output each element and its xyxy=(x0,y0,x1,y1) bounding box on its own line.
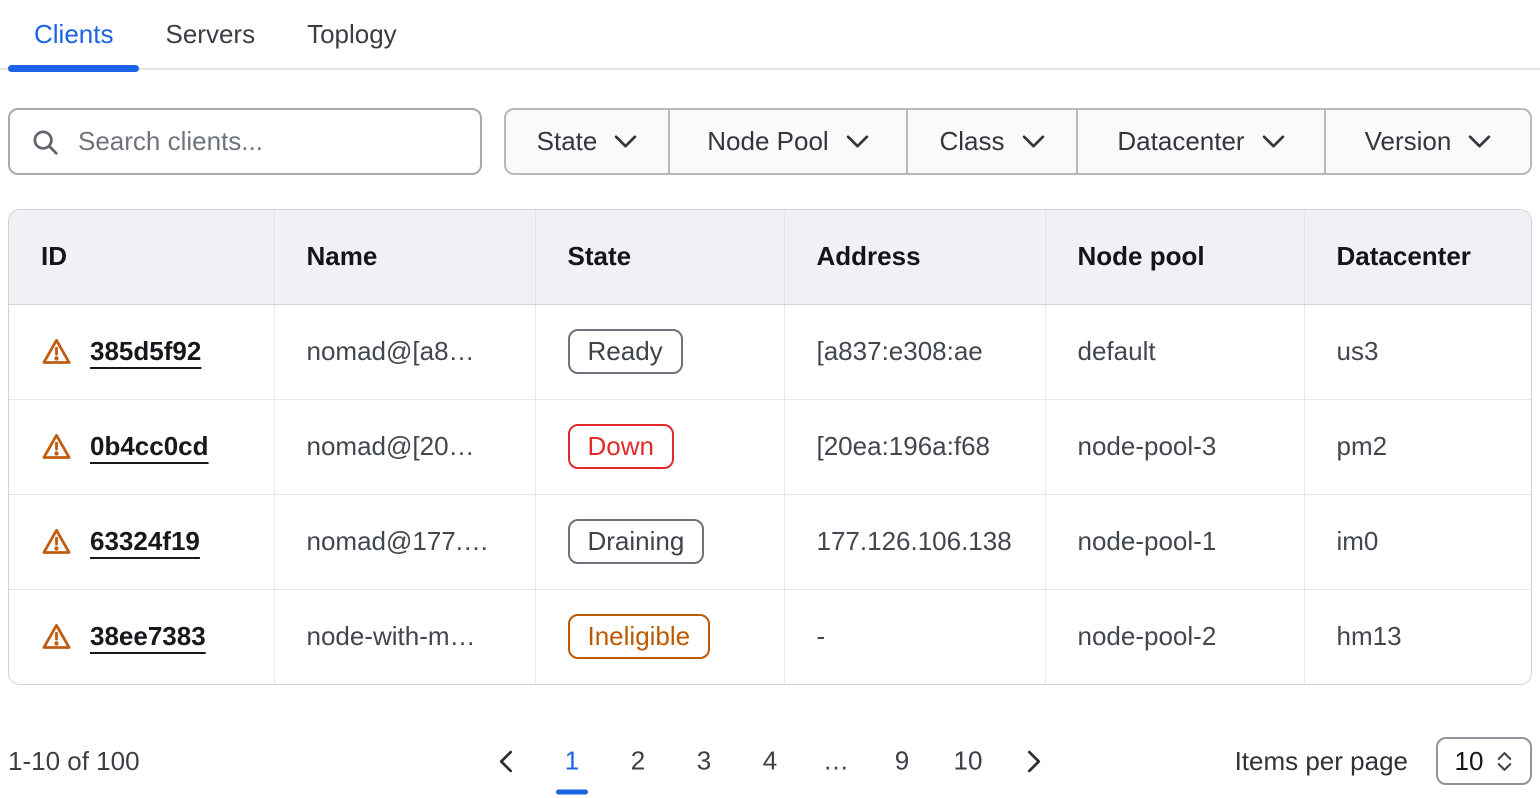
client-datacenter-cell: hm13 xyxy=(1304,589,1531,684)
chevron-right-icon xyxy=(1023,747,1044,775)
client-id-link[interactable]: 385d5f92 xyxy=(90,336,201,367)
page-button-4[interactable]: 4 xyxy=(751,746,789,777)
chevron-down-icon xyxy=(614,134,637,149)
filter-datacenter-button[interactable]: Datacenter xyxy=(1078,110,1326,173)
warning-triangle-icon xyxy=(41,527,72,556)
state-badge: Draining xyxy=(568,519,705,564)
client-id-link[interactable]: 0b4cc0cd xyxy=(90,431,209,462)
table-row: 0b4cc0cd nomad@[20… Down [20ea:196a:f68 … xyxy=(9,399,1531,494)
client-name-cell: nomad@[a8… xyxy=(274,304,535,399)
pager: 1 2 3 4 … 9 10 xyxy=(474,746,1066,777)
active-page-indicator xyxy=(556,790,588,795)
items-per-page-select[interactable]: 10 xyxy=(1436,737,1532,785)
client-datacenter-cell: pm2 xyxy=(1304,399,1531,494)
warning-triangle-icon xyxy=(41,337,72,366)
page-ellipsis: … xyxy=(817,746,855,777)
page-button-1[interactable]: 1 xyxy=(553,746,591,777)
warning-triangle-icon xyxy=(41,432,72,461)
chevron-down-icon xyxy=(1262,134,1285,149)
page-button-3[interactable]: 3 xyxy=(685,746,723,777)
clients-page: Clients Servers Toplogy State Node Pool xyxy=(0,0,1540,791)
filter-version-label: Version xyxy=(1365,126,1452,157)
chevron-down-icon xyxy=(1022,134,1045,149)
tab-toplogy-label: Toplogy xyxy=(307,19,397,50)
search-icon xyxy=(30,127,60,157)
tab-clients[interactable]: Clients xyxy=(8,0,139,68)
tab-servers-label: Servers xyxy=(165,19,255,50)
client-address-cell: 177.126.106.138 xyxy=(784,494,1045,589)
chevron-down-icon xyxy=(1468,134,1491,149)
chevron-down-icon xyxy=(846,134,869,149)
client-datacenter-cell: us3 xyxy=(1304,304,1531,399)
clients-table: ID Name State Address Node pool Datacent… xyxy=(8,209,1532,685)
client-node-pool-cell: node-pool-2 xyxy=(1045,589,1304,684)
client-name-cell: node-with-m… xyxy=(274,589,535,684)
warning-triangle-icon xyxy=(41,622,72,651)
results-range-text: 1-10 of 100 xyxy=(8,746,140,777)
client-name-cell: nomad@[20… xyxy=(274,399,535,494)
up-down-chevrons-icon xyxy=(1496,751,1513,772)
state-badge: Down xyxy=(568,424,674,469)
active-tab-indicator xyxy=(8,65,139,72)
filter-state-button[interactable]: State xyxy=(506,110,670,173)
client-address-cell: [a837:e308:ae xyxy=(784,304,1045,399)
column-header-address: Address xyxy=(784,210,1045,304)
client-node-pool-cell: node-pool-3 xyxy=(1045,399,1304,494)
filter-node-pool-label: Node Pool xyxy=(707,126,828,157)
chevron-left-icon xyxy=(496,747,517,775)
pagination-bar: 1-10 of 100 1 2 3 4 … 9 10 Items per pag… xyxy=(8,731,1532,791)
table-row: 38ee7383 node-with-m… Ineligible - node-… xyxy=(9,589,1531,684)
client-id-link[interactable]: 38ee7383 xyxy=(90,621,206,652)
column-header-datacenter: Datacenter xyxy=(1304,210,1531,304)
tab-toplogy[interactable]: Toplogy xyxy=(281,0,423,68)
filter-class-label: Class xyxy=(939,126,1004,157)
filter-class-button[interactable]: Class xyxy=(908,110,1078,173)
tab-servers[interactable]: Servers xyxy=(139,0,281,68)
column-header-state: State xyxy=(535,210,784,304)
table-row: 385d5f92 nomad@[a8… Ready [a837:e308:ae … xyxy=(9,304,1531,399)
client-id-link[interactable]: 63324f19 xyxy=(90,526,200,557)
filter-node-pool-button[interactable]: Node Pool xyxy=(670,110,908,173)
items-per-page-label: Items per page xyxy=(1235,746,1408,777)
client-node-pool-cell: node-pool-1 xyxy=(1045,494,1304,589)
search-clients-box xyxy=(8,108,482,175)
client-address-cell: [20ea:196a:f68 xyxy=(784,399,1045,494)
previous-page-button[interactable] xyxy=(496,747,517,775)
filter-state-label: State xyxy=(537,126,598,157)
state-badge: Ready xyxy=(568,329,683,374)
client-name-cell: nomad@177.… xyxy=(274,494,535,589)
filter-version-button[interactable]: Version xyxy=(1326,110,1530,173)
client-datacenter-cell: im0 xyxy=(1304,494,1531,589)
client-node-pool-cell: default xyxy=(1045,304,1304,399)
filter-group: State Node Pool Class Datacenter Version xyxy=(504,108,1532,175)
column-header-name: Name xyxy=(274,210,535,304)
next-page-button[interactable] xyxy=(1023,747,1044,775)
controls-row: State Node Pool Class Datacenter Version xyxy=(8,108,1532,175)
state-badge: Ineligible xyxy=(568,614,711,659)
column-header-id: ID xyxy=(9,210,274,304)
items-per-page: Items per page 10 xyxy=(1235,737,1532,785)
tab-clients-label: Clients xyxy=(34,19,113,50)
items-per-page-value: 10 xyxy=(1455,746,1484,777)
filter-datacenter-label: Datacenter xyxy=(1117,126,1244,157)
client-address-cell: - xyxy=(784,589,1045,684)
page-button-9[interactable]: 9 xyxy=(883,746,921,777)
tab-bar: Clients Servers Toplogy xyxy=(0,0,1540,70)
column-header-node-pool: Node pool xyxy=(1045,210,1304,304)
page-button-10[interactable]: 10 xyxy=(949,746,987,777)
table-row: 63324f19 nomad@177.… Draining 177.126.10… xyxy=(9,494,1531,589)
page-button-2[interactable]: 2 xyxy=(619,746,657,777)
search-input[interactable] xyxy=(76,125,462,158)
table-header-row: ID Name State Address Node pool Datacent… xyxy=(9,210,1531,304)
